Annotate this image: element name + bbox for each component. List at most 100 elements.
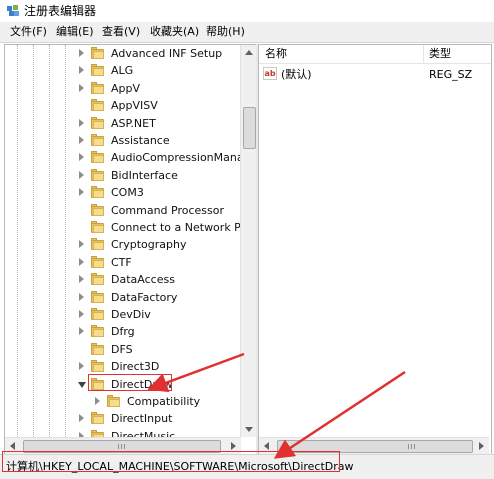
expand-arrow-icon[interactable] bbox=[79, 292, 84, 301]
tree-item-label: ASP.NET bbox=[111, 116, 156, 130]
tree-item-label: DataFactory bbox=[111, 290, 178, 304]
menu-help[interactable]: 帮助(H) bbox=[206, 25, 245, 39]
expand-arrow-icon[interactable] bbox=[79, 118, 84, 127]
tree-item[interactable]: COM3 bbox=[5, 184, 241, 201]
grip-line bbox=[414, 444, 415, 449]
menu-edit[interactable]: 编辑(E) bbox=[56, 25, 94, 39]
window-title: 注册表编辑器 bbox=[24, 4, 97, 18]
registry-tree[interactable]: Advanced INF Setup ALG AppV AppVISV ASP.NET A… bbox=[4, 44, 258, 455]
scroll-thumb[interactable] bbox=[243, 107, 256, 149]
arrow-down-icon bbox=[245, 427, 253, 432]
expand-arrow-icon[interactable] bbox=[79, 310, 84, 318]
tree-item[interactable]: AppVISV bbox=[5, 97, 241, 114]
folder-icon bbox=[91, 151, 105, 164]
title-bar: 注册表编辑器 bbox=[0, 0, 494, 22]
tree-vertical-scrollbar[interactable] bbox=[240, 45, 257, 437]
expand-arrow-icon[interactable] bbox=[79, 170, 84, 179]
folder-icon bbox=[91, 64, 105, 77]
tree-item[interactable]: Advanced INF Setup bbox=[5, 45, 241, 62]
expand-arrow-icon[interactable] bbox=[79, 49, 84, 57]
folder-icon bbox=[91, 255, 105, 268]
tree-item[interactable]: Direct3D bbox=[5, 358, 241, 375]
tree-item[interactable]: Compatibility bbox=[5, 393, 241, 410]
tree-item-label: COM3 bbox=[111, 186, 144, 200]
values-list[interactable]: 名称 类型 ab (默认) REG_SZ bbox=[258, 44, 492, 455]
grip-line bbox=[121, 444, 122, 449]
expand-arrow-icon[interactable] bbox=[79, 153, 84, 162]
tree-item[interactable]: AudioCompressionManag bbox=[5, 149, 251, 166]
arrow-up-icon bbox=[245, 50, 253, 55]
tree-item[interactable]: DirectInput bbox=[5, 410, 241, 427]
tree-item[interactable]: CTF bbox=[5, 254, 241, 271]
tree-item-label: DataAccess bbox=[111, 273, 175, 287]
grip-line bbox=[411, 444, 412, 449]
folder-icon bbox=[91, 168, 105, 181]
arrow-right-icon bbox=[231, 442, 236, 450]
tree-item-label: AppV bbox=[111, 81, 141, 95]
menu-view[interactable]: 查看(V) bbox=[102, 25, 140, 39]
folder-icon bbox=[91, 47, 105, 59]
tree-item[interactable]: DevDiv bbox=[5, 306, 241, 323]
folder-icon bbox=[91, 186, 105, 199]
tree-item-label: Advanced INF Setup bbox=[111, 47, 223, 60]
tree-item[interactable]: ASP.NET bbox=[5, 115, 241, 132]
tree-item[interactable]: Dfrg bbox=[5, 323, 241, 340]
expand-arrow-icon[interactable] bbox=[79, 257, 84, 266]
tree-item-label: Cryptography bbox=[111, 238, 187, 252]
tree-item[interactable]: DFS bbox=[5, 341, 241, 358]
grip-line bbox=[408, 444, 409, 449]
tree-item[interactable]: DataAccess bbox=[5, 271, 241, 288]
column-name-header[interactable]: 名称 bbox=[265, 45, 287, 63]
tree-item-label: AppVISV bbox=[111, 99, 158, 113]
folder-icon bbox=[91, 221, 105, 233]
menu-file[interactable]: 文件(F) bbox=[10, 25, 47, 39]
scroll-up-button[interactable] bbox=[241, 45, 257, 61]
column-separator[interactable] bbox=[423, 45, 424, 63]
tree-item[interactable]: ALG bbox=[5, 62, 241, 79]
scroll-down-button[interactable] bbox=[241, 421, 257, 437]
folder-icon bbox=[91, 203, 105, 216]
tree-item[interactable]: AppV bbox=[5, 80, 241, 97]
expand-arrow-icon[interactable] bbox=[95, 397, 100, 405]
folder-icon bbox=[91, 308, 105, 320]
tree-item[interactable]: Cryptography bbox=[5, 236, 241, 253]
folder-icon bbox=[91, 360, 105, 373]
collapse-arrow-icon[interactable] bbox=[78, 381, 86, 388]
expand-arrow-icon[interactable] bbox=[79, 275, 84, 284]
regedit-icon bbox=[7, 5, 19, 16]
grip-line bbox=[124, 444, 125, 449]
tree-item-label: DirectInput bbox=[111, 412, 173, 426]
tree-item-label: Direct3D bbox=[111, 360, 160, 374]
tree-item[interactable]: Assistance bbox=[5, 132, 241, 149]
tree-item[interactable]: DataFactory bbox=[5, 289, 241, 306]
expand-arrow-icon[interactable] bbox=[79, 83, 84, 92]
folder-icon bbox=[91, 273, 105, 286]
annotation-highlight-box bbox=[2, 451, 340, 472]
tree-item-label: Assistance bbox=[111, 134, 170, 147]
tree-item-label: DFS bbox=[111, 342, 133, 356]
annotation-highlight-box bbox=[88, 374, 172, 391]
column-type-header[interactable]: 类型 bbox=[429, 45, 451, 63]
scroll-right-button[interactable] bbox=[473, 438, 489, 454]
tree-item-label: Compatibility bbox=[127, 395, 201, 408]
tree-item[interactable]: Connect to a Network Pro bbox=[5, 219, 252, 236]
expand-arrow-icon[interactable] bbox=[79, 414, 84, 423]
arrow-left-icon bbox=[264, 442, 269, 450]
menu-favorites[interactable]: 收藏夹(A) bbox=[150, 25, 199, 39]
string-value-icon: ab bbox=[263, 67, 277, 80]
expand-arrow-icon[interactable] bbox=[79, 240, 84, 249]
grip-line bbox=[118, 444, 119, 449]
tree-item-label: BidInterface bbox=[111, 168, 178, 182]
tree-item-label: ALG bbox=[111, 64, 134, 78]
expand-arrow-icon[interactable] bbox=[79, 136, 84, 144]
list-header bbox=[259, 45, 491, 64]
expand-arrow-icon[interactable] bbox=[79, 362, 84, 371]
tree-item[interactable]: Command Processor bbox=[5, 202, 241, 219]
tree-item[interactable]: BidInterface bbox=[5, 167, 241, 184]
value-name[interactable]: (默认) bbox=[281, 67, 312, 83]
expand-arrow-icon[interactable] bbox=[79, 66, 84, 75]
folder-icon bbox=[91, 412, 105, 425]
tree-item-label: CTF bbox=[111, 255, 132, 269]
expand-arrow-icon[interactable] bbox=[79, 327, 84, 336]
expand-arrow-icon[interactable] bbox=[79, 188, 84, 197]
